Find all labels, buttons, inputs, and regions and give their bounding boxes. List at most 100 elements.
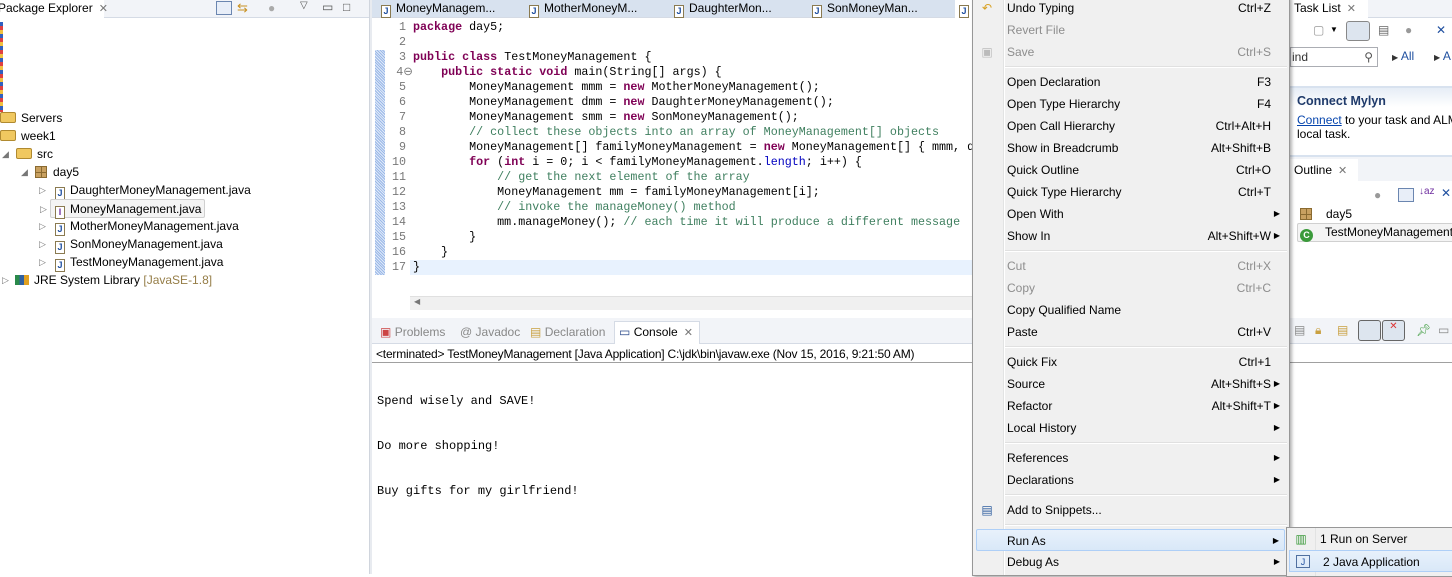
menu-item-copy[interactable]: Copy Ctrl+C <box>973 277 1289 299</box>
tree-item-jre[interactable]: ▷ JRE System Library [JavaSE-1.8] <box>0 271 212 289</box>
tree-item-moneymanagement[interactable]: ▷ I MoneyManagement.java <box>40 199 206 219</box>
close-icon[interactable]: ✕ <box>684 327 693 339</box>
scroll-left-icon[interactable]: ◀ <box>414 297 420 306</box>
menu-item-save[interactable]: ▣ Save Ctrl+S <box>973 41 1289 63</box>
code-line[interactable]: 1 package day5; <box>386 20 972 35</box>
show-stdout-icon[interactable] <box>1358 320 1381 341</box>
word-wrap-icon[interactable]: ▤ <box>1337 323 1353 337</box>
code-line[interactable]: 10 for (int i = 0; i < familyMoneyManage… <box>386 155 972 170</box>
menu-item-refactor[interactable]: Refactor Alt+Shift+T ▶ <box>973 395 1289 417</box>
minimize-icon[interactable]: ▭ <box>322 0 338 14</box>
menu-item-declarations[interactable]: Declarations ▶ <box>973 469 1289 491</box>
close-icon[interactable]: ✕ <box>1338 165 1347 177</box>
menu-item-paste[interactable]: Paste Ctrl+V <box>973 321 1289 343</box>
code-line[interactable]: 8 // collect these objects into an array… <box>386 125 972 140</box>
code-line[interactable]: 13 // invoke the manageMoney() method <box>386 200 972 215</box>
find-input[interactable]: ind ⚲ <box>1290 47 1378 67</box>
code-line[interactable]: 15 } <box>386 230 972 245</box>
code-line[interactable]: 2 <box>386 35 972 50</box>
outline-item-day5[interactable]: day5 <box>1300 205 1352 223</box>
menu-item-references[interactable]: References ▶ <box>973 447 1289 469</box>
code-line[interactable]: 12 MoneyManagement mm = familyMoneyManag… <box>386 185 972 200</box>
tab-javadoc[interactable]: @ Javadoc <box>456 324 520 342</box>
filter-all-2[interactable]: ▶ A <box>1434 49 1451 63</box>
console-output[interactable]: Spend wisely and SAVE! Do more shopping!… <box>377 364 579 514</box>
menu-item-source[interactable]: Source Alt+Shift+S ▶ <box>973 373 1289 395</box>
menu-item-copy-qualified-name[interactable]: Copy Qualified Name <box>973 299 1289 321</box>
tab-console[interactable]: ▭ Console ✕ <box>614 321 700 344</box>
editor-tab[interactable]: J DaughterMon... <box>670 0 772 18</box>
show-stderr-icon[interactable]: ✕ <box>1382 320 1405 341</box>
menu-item-open-declaration[interactable]: Open Declaration F3 <box>973 71 1289 93</box>
categorized-icon[interactable] <box>1346 21 1370 41</box>
tab-task-list[interactable]: Task List ✕ <box>1290 0 1368 18</box>
collapsed-icon[interactable]: ▷ <box>39 217 46 235</box>
filter-all[interactable]: ▶ All <box>1392 49 1414 63</box>
code-line[interactable]: 3 public class TestMoneyManagement { <box>386 50 972 65</box>
focus-icon[interactable]: ● <box>1405 23 1421 37</box>
code-line[interactable]: 11 // get the next element of the array <box>386 170 972 185</box>
dropdown-icon[interactable]: ▼ <box>1330 25 1346 39</box>
menu-item-open-call-hierarchy[interactable]: Open Call Hierarchy Ctrl+Alt+H <box>973 115 1289 137</box>
menu-item-debug-as[interactable]: Debug As ▶ <box>973 551 1289 573</box>
code-line[interactable]: 4⊖ public static void main(String[] args… <box>386 65 972 80</box>
menu-item-undo-typing[interactable]: ↶ Undo Typing Ctrl+Z <box>973 0 1289 19</box>
collapsed-icon[interactable]: ▷ <box>39 235 46 253</box>
maximize-icon[interactable]: □ <box>343 0 359 14</box>
menu-item-quick-fix[interactable]: Quick Fix Ctrl+1 <box>973 351 1289 373</box>
expanded-icon[interactable]: ◢ <box>2 145 9 163</box>
menu-item-show-in-breadcrumb[interactable]: Show in Breadcrumb Alt+Shift+B <box>973 137 1289 159</box>
tab-package-explorer[interactable]: Package Explorer ✕ <box>0 0 108 18</box>
close-icon[interactable]: ✕ <box>99 3 108 15</box>
tree-item-daughter[interactable]: ▷ J DaughterMoneyManagement.java <box>0 181 251 200</box>
pin-console-icon[interactable]: 📌︎ <box>1416 323 1432 337</box>
menu-item-open-type-hierarchy[interactable]: Open Type Hierarchy F4 <box>973 93 1289 115</box>
editor-tab[interactable]: J MoneyManagem... <box>377 0 495 18</box>
code-line[interactable]: 9 MoneyManagement[] familyMoneyManagemen… <box>386 140 974 155</box>
menu-item-add-to-snippets[interactable]: ▤ Add to Snippets... <box>973 499 1289 521</box>
connect-link[interactable]: Connect <box>1297 113 1342 127</box>
outline-item-testmoneymanagement[interactable]: C TestMoneyManagement <box>1297 223 1452 242</box>
menu-item-show-in[interactable]: Show In Alt+Shift+W ▶ <box>973 225 1289 247</box>
code-line[interactable]: 17} <box>386 260 972 275</box>
sort-icon[interactable]: ↓az <box>1419 186 1435 200</box>
collapsed-icon[interactable]: ▷ <box>39 253 46 271</box>
tree-item-test[interactable]: ▷ J TestMoneyManagement.java <box>0 253 223 272</box>
menu-item-run-as[interactable]: Run As ▶ <box>976 529 1285 551</box>
collapsed-icon[interactable]: ▷ <box>39 181 46 199</box>
tab-outline[interactable]: Outline ✕ <box>1290 159 1358 181</box>
submenu-item-2-java-application[interactable]: J 2 Java Application <box>1289 550 1452 572</box>
view-menu-icon[interactable]: ▽ <box>300 0 316 14</box>
menu-item-open-with[interactable]: Open With ▶ <box>973 203 1289 225</box>
display-console-icon[interactable]: ▭ <box>1438 323 1452 337</box>
collapse-all-icon[interactable] <box>1398 188 1414 202</box>
code-line[interactable]: 5 MoneyManagement mmm = new MotherMoneyM… <box>386 80 972 95</box>
tree-item-day5[interactable]: ◢ day5 <box>0 163 79 181</box>
collapse-all-icon[interactable] <box>216 1 232 15</box>
tree-item-son[interactable]: ▷ J SonMoneyManagement.java <box>0 235 223 254</box>
new-task-icon[interactable]: ▢ <box>1313 23 1329 37</box>
code-line[interactable]: 6 MoneyManagement dmm = new DaughterMone… <box>386 95 972 110</box>
tab-declaration[interactable]: ▤ Declaration <box>526 324 605 342</box>
tree-item-week1[interactable]: week1 <box>0 127 56 145</box>
submenu-item-1-run-on-server[interactable]: ▥ 1 Run on Server <box>1287 528 1452 550</box>
collapsed-icon[interactable]: ▷ <box>40 200 47 218</box>
editor-tab[interactable]: J MotherMoneyM... <box>525 0 637 18</box>
link-with-editor-icon[interactable]: ⇆ <box>237 1 253 15</box>
code-line[interactable]: 7 MoneyManagement smm = new SonMoneyMana… <box>386 110 972 125</box>
remove-launch-icon[interactable]: ▤ <box>1294 323 1310 337</box>
menu-item-quick-outline[interactable]: Quick Outline Ctrl+O <box>973 159 1289 181</box>
collapsed-icon[interactable]: ▷ <box>2 271 9 289</box>
tab-problems[interactable]: ▣ Problems <box>376 324 445 342</box>
focus-icon[interactable]: ● <box>1374 188 1390 202</box>
scheduled-icon[interactable]: ▤ <box>1378 23 1394 37</box>
search-icon[interactable]: ⚲ <box>1364 48 1373 66</box>
expanded-icon[interactable]: ◢ <box>21 163 28 181</box>
hide-fields-icon[interactable]: ✕ <box>1441 186 1452 200</box>
menu-item-cut[interactable]: Cut Ctrl+X <box>973 255 1289 277</box>
tree-item-servers[interactable]: Servers <box>0 109 62 127</box>
hide-completed-icon[interactable]: ✕ <box>1436 23 1452 37</box>
menu-item-revert-file[interactable]: Revert File <box>973 19 1289 41</box>
focus-task-icon[interactable]: ● <box>268 1 284 15</box>
code-line[interactable]: 14 mm.manageMoney(); // each time it wil… <box>386 215 972 230</box>
